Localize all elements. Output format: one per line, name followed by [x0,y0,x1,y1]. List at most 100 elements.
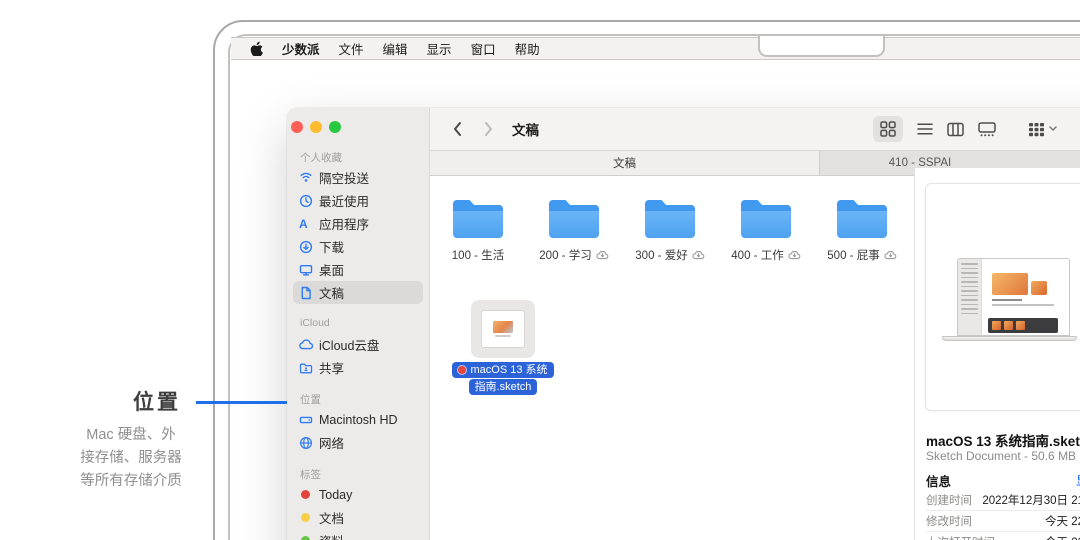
clock-icon [299,194,319,208]
illustration-canvas: 少数派 文件 编辑 显示 窗口 帮助 个人收藏 隔空投送 最近使用 A 应用程序… [0,0,1080,540]
sidebar-item-tag-materials[interactable]: 资料 [293,529,423,540]
sidebar-item-label: iCloud云盘 [319,339,380,353]
info-row-created: 创建时间 2022年12月30日 21 [926,494,1080,507]
yellow-tag-dot-icon [299,513,319,522]
sidebar-item-label: 隔空投送 [319,172,370,186]
gallery-view-button[interactable] [978,116,996,142]
network-globe-icon [299,436,319,450]
menu-item-help[interactable]: 帮助 [515,39,540,58]
annotation-title: 位置 [133,391,181,414]
folder-100-life[interactable]: 100 - 生活 [435,196,521,263]
preview-card [925,183,1080,411]
forward-button[interactable] [476,117,500,141]
minimize-button[interactable] [310,121,322,133]
sidebar-item-label: 应用程序 [319,218,370,232]
sidebar-item-network[interactable]: 网络 [293,431,423,454]
menu-item-view[interactable]: 显示 [427,39,452,58]
download-icon [299,240,319,254]
apple-menu-icon[interactable] [250,41,263,56]
sidebar-item-label: 下载 [319,241,345,255]
folder-400-work[interactable]: 400 - 工作 [723,196,809,263]
airdrop-icon [299,171,319,185]
sidebar-section-locations: 位置 [300,394,321,406]
sidebar-item-tag-docs[interactable]: 文档 [293,506,423,529]
traffic-lights [291,121,341,133]
sidebar-item-macintosh-hd[interactable]: Macintosh HD [293,408,423,431]
sidebar-item-tag-today[interactable]: Today [293,483,423,506]
sidebar-item-label: Macintosh HD [319,412,398,427]
desktop-icon [299,263,319,277]
tab-documents[interactable]: 文稿 [430,151,820,175]
close-button[interactable] [291,121,303,133]
cloud-icon [299,338,319,352]
preview-file-name: macOS 13 系统指南.sketch [926,434,1080,449]
sidebar-item-downloads[interactable]: 下载 [293,235,423,258]
file-thumbnail [471,300,535,358]
folder-name: 200 - 学习 [539,250,592,262]
menu-bar: 少数派 文件 编辑 显示 窗口 帮助 [231,37,1080,60]
show-more-link[interactable]: 显示更多 [1076,472,1080,489]
sidebar-item-airdrop[interactable]: 隔空投送 [293,166,423,189]
menu-item-window[interactable]: 窗口 [471,39,496,58]
folder-500-misc[interactable]: 500 - 屁事 [819,196,905,263]
sidebar-section-icloud: iCloud [300,317,330,329]
macbook-notch [758,36,885,57]
sidebar-item-recents[interactable]: 最近使用 [293,189,423,212]
sidebar-item-label: 网络 [319,437,345,451]
preview-panel: macOS 13 系统指南.sketch Sketch Document - 5… [914,168,1080,540]
info-row-modified: 修改时间 今天 22 [926,510,1080,531]
folder-name: 100 - 生活 [451,250,505,262]
sidebar-item-desktop[interactable]: 桌面 [293,258,423,281]
tab-label: 文稿 [613,158,636,170]
sidebar-item-label: 文档 [319,512,345,526]
annotation-description: Mac 硬盘、外 接存储、服务器 等所有存储介质 [80,427,182,489]
sidebar-section-favorites: 个人收藏 [300,152,342,164]
info-row-last-opened: 上次打开时间 今天 22 [926,531,1080,540]
sidebar-item-label: 共享 [319,362,345,376]
folder-200-study[interactable]: 200 - 学习 [531,196,617,263]
shared-folder-icon [299,361,319,375]
sidebar-item-label: 资料 [319,531,344,540]
sidebar-item-documents[interactable]: 文稿 [293,281,423,304]
back-button[interactable] [445,117,469,141]
sidebar-item-applications[interactable]: A 应用程序 [293,212,423,235]
file-name-line2: 指南.sketch [468,379,538,395]
file-name-line1: macOS 13 系统 [452,362,554,378]
folder-grid: 100 - 生活 200 - 学习 300 - 爱好 400 - 工作 500 … [435,196,905,263]
finder-sidebar: 个人收藏 隔空投送 最近使用 A 应用程序 下载 桌面 文稿 iCloud iC… [287,108,430,540]
green-tag-dot-icon [299,536,319,540]
zoom-button[interactable] [329,121,341,133]
list-view-button[interactable] [917,116,933,142]
selected-file-sketch[interactable]: macOS 13 系统 指南.sketch [452,300,554,395]
menu-app-name[interactable]: 少数派 [282,39,320,58]
finder-toolbar: 文稿 [430,108,1080,150]
sidebar-item-label: 文稿 [319,287,345,301]
annotation-pointer-line [196,401,287,404]
sidebar-item-icloud-drive[interactable]: iCloud云盘 [293,333,423,356]
finder-window: 个人收藏 隔空投送 最近使用 A 应用程序 下载 桌面 文稿 iCloud iC… [287,108,1080,540]
cloud-download-icon [788,250,801,260]
red-tag-dot-icon [299,490,319,499]
menu-item-file[interactable]: 文件 [339,39,364,58]
sidebar-item-label: Today [319,487,353,502]
cloud-download-icon [596,250,609,260]
hard-drive-icon [299,413,319,427]
cloud-download-icon [692,250,705,260]
applications-icon: A [299,216,308,231]
info-section-header: 信息 [926,475,952,489]
window-title: 文稿 [512,123,539,138]
folder-300-hobby[interactable]: 300 - 爱好 [627,196,713,263]
sidebar-item-shared[interactable]: 共享 [293,356,423,379]
sidebar-section-tags: 标签 [300,469,321,481]
folder-name: 500 - 屁事 [827,250,880,262]
document-icon [299,286,319,300]
laptop-base [942,336,1077,341]
menu-item-edit[interactable]: 编辑 [383,39,408,58]
grid-view-button[interactable] [873,116,903,142]
sidebar-item-label: 最近使用 [319,195,370,209]
column-view-button[interactable] [947,116,964,142]
sidebar-item-label: 桌面 [319,264,345,278]
info-rows: 创建时间 2022年12月30日 21 修改时间 今天 22 上次打开时间 今天… [926,489,1080,540]
folder-name: 300 - 爱好 [635,250,688,262]
group-by-button[interactable] [1028,116,1057,142]
